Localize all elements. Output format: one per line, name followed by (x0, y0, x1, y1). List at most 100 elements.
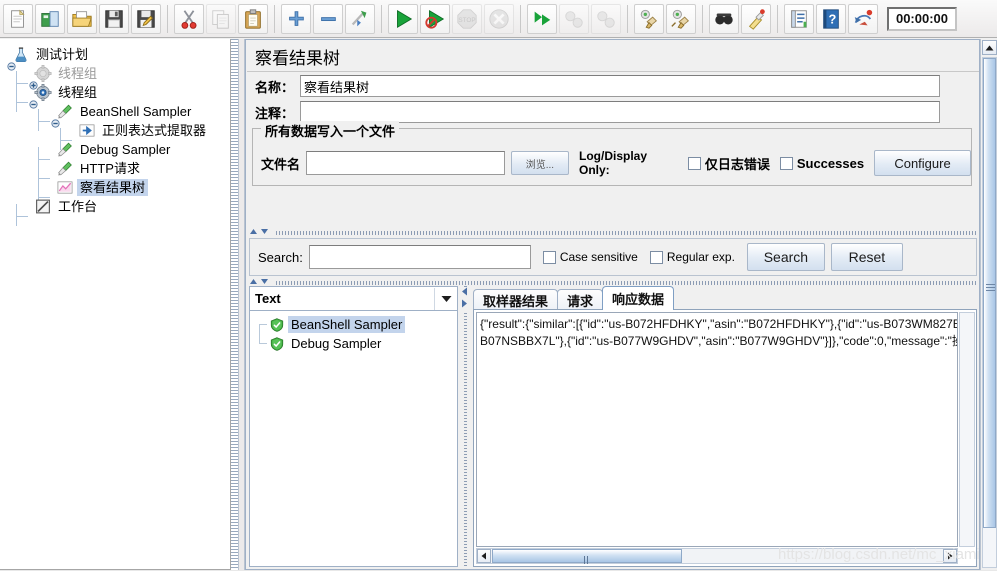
status-badge-success (270, 317, 284, 332)
clear-all-icon[interactable] (666, 3, 696, 34)
tab-active[interactable]: 响应数据 (602, 286, 675, 310)
main-vertical-splitter[interactable] (238, 39, 245, 570)
errors-only-checkbox[interactable]: 仅日志错误 (687, 154, 770, 173)
open-icon[interactable] (67, 3, 97, 34)
tree-node[interactable]: 线程组 (4, 64, 230, 93)
splitter-collapse-arrows[interactable] (249, 228, 275, 235)
toolbar-separator (274, 4, 275, 33)
save-icon[interactable] (99, 3, 129, 34)
checkbox-box (687, 156, 701, 170)
response-line: B07NSBBX7L"},{"id":"us-B077W9GHDV","asin… (480, 334, 958, 348)
case-sensitive-checkbox[interactable]: Case sensitive (542, 250, 638, 264)
help-icon[interactable]: ? (816, 3, 846, 34)
comment-input[interactable] (300, 101, 941, 123)
results-inner-splitter[interactable] (459, 286, 473, 567)
tab-inactive[interactable]: 取样器结果 (473, 289, 559, 310)
search-icon[interactable] (709, 3, 739, 34)
response-vertical-scrollbar[interactable] (959, 312, 975, 547)
thread-group-icon (34, 84, 52, 101)
filename-input[interactable] (306, 151, 505, 175)
tree-node[interactable]: Debug Sampler (4, 140, 230, 169)
tree-node[interactable]: 正则表达式提取器 (4, 121, 230, 150)
horizontal-splitter-bottom[interactable] (249, 278, 977, 285)
tree-node-label: 测试计划 (36, 47, 89, 62)
templates-icon[interactable] (35, 3, 65, 34)
sampler-icon (56, 103, 74, 120)
toolbar-group-edit (171, 3, 271, 35)
tree-node-label: 工作台 (58, 199, 98, 214)
new-icon[interactable] (3, 3, 33, 34)
results-tree-panel: Text BeanShell Sampler Debug Sampler (249, 286, 458, 567)
tree-node[interactable]: 线程组 (4, 83, 230, 112)
expand-all-icon[interactable] (281, 3, 311, 34)
name-input[interactable]: 察看结果树 (300, 75, 941, 97)
paste-icon[interactable] (238, 3, 268, 34)
scroll-up-icon[interactable] (981, 40, 997, 55)
undo-icon[interactable] (848, 3, 878, 34)
tree-node-label: 线程组 (58, 85, 98, 100)
remote-start-all-icon[interactable] (527, 3, 557, 34)
results-area: Text BeanShell Sampler Debug Sampler 取样器结… (249, 286, 977, 567)
start-icon[interactable] (388, 3, 418, 34)
copy-icon (206, 3, 236, 34)
search-button[interactable]: Search (746, 243, 825, 271)
test-plan-icon (12, 46, 30, 63)
list-item[interactable]: Debug Sampler (256, 324, 457, 353)
successes-label: Successes (796, 155, 865, 171)
tree-node[interactable]: 察看结果树 (4, 178, 230, 207)
start-no-pauses-icon[interactable] (420, 3, 450, 34)
renderer-selected-value: Text (255, 291, 281, 306)
name-label: 名称： (255, 79, 295, 95)
scrollbar-thumb[interactable] (492, 549, 682, 564)
regular-exp-checkbox[interactable]: Regular exp. (649, 250, 735, 264)
splitter-collapse-arrows[interactable] (249, 278, 275, 285)
response-data-text[interactable]: {"result":{"similar":[{"id":"us-B072HFDH… (476, 312, 958, 547)
renderer-combobox[interactable]: Text (250, 287, 457, 311)
scrollbar-thumb[interactable] (983, 58, 996, 528)
tree-node[interactable]: HTTP请求 (4, 159, 230, 188)
collapse-all-icon[interactable] (313, 3, 343, 34)
successes-checkbox[interactable]: Successes (779, 155, 865, 171)
reset-button[interactable]: Reset (830, 243, 903, 271)
cut-icon[interactable] (174, 3, 204, 34)
toolbar-separator (520, 4, 521, 33)
svg-text:STOP: STOP (458, 16, 475, 23)
tree-node[interactable]: 测试计划 (4, 45, 230, 71)
horizontal-splitter-top[interactable] (249, 228, 977, 235)
log-display-only-label: Log/Display Only: (579, 149, 648, 177)
view-results-tree-icon (56, 179, 74, 196)
test-plan-tree[interactable]: 测试计划线程组 线程组 BeanShell Sampler 正则表达式提取器 Debug… (0, 39, 231, 570)
save-as-icon[interactable] (131, 3, 161, 34)
search-input[interactable] (308, 245, 531, 269)
post-processor-icon (78, 122, 96, 139)
main-vertical-scrollbar[interactable] (980, 39, 997, 570)
toolbar-separator (702, 4, 703, 33)
tree-node-label: 正则表达式提取器 (102, 123, 207, 138)
splitter-collapse-arrows[interactable] (461, 287, 470, 313)
function-helper-icon[interactable] (784, 3, 814, 34)
name-row: 名称： 察看结果树 (247, 74, 979, 98)
tree-node[interactable]: BeanShell Sampler (4, 102, 230, 131)
response-horizontal-scrollbar[interactable] (476, 548, 958, 564)
stop-icon: STOP (452, 3, 482, 34)
svg-text:?: ? (828, 11, 836, 26)
scroll-right-icon[interactable] (943, 549, 957, 563)
sampler-results-list[interactable]: BeanShell Sampler Debug Sampler (250, 311, 457, 353)
tab-inactive[interactable]: 请求 (557, 289, 604, 310)
scrollbar-track[interactable] (982, 57, 997, 568)
checkbox-box (649, 250, 663, 264)
remote-stop-all-icon (559, 3, 589, 34)
tab-strip: 取样器结果 请求 响应数据 (473, 286, 675, 310)
scroll-left-icon[interactable] (477, 549, 491, 563)
tree-node-label: Debug Sampler (80, 142, 171, 157)
clear-icon[interactable] (634, 3, 664, 34)
configure-button[interactable]: Configure (874, 150, 971, 176)
tree-node[interactable]: 工作台 (4, 197, 230, 226)
browse-button[interactable]: 浏览... (510, 151, 569, 175)
tab-body: {"result":{"similar":[{"id":"us-B072HFDH… (473, 309, 977, 567)
list-item[interactable]: BeanShell Sampler (256, 315, 457, 343)
jmeter-window: STOP ? 00:00:00 测试计划 线程组 线程组 BeanShell Samp… (0, 0, 997, 571)
toolbar-separator (777, 4, 778, 33)
reset-search-icon[interactable] (741, 3, 771, 34)
toggle-icon[interactable] (345, 3, 375, 34)
